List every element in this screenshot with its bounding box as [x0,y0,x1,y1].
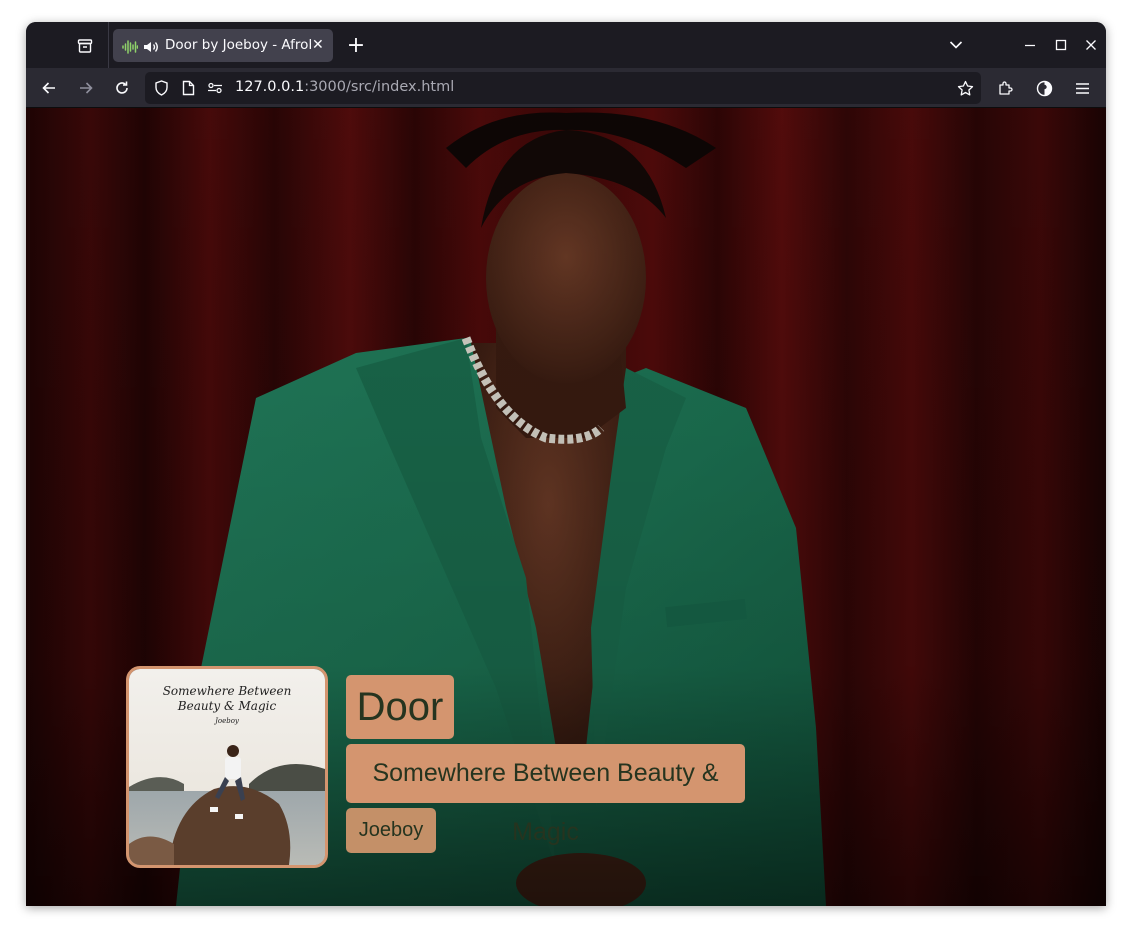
forward-arrow-icon[interactable] [76,78,96,98]
album-cover-title-line2: Beauty & Magic [177,699,277,713]
url-bar[interactable]: 127.0.0.1:3000/src/index.html [145,72,981,104]
album-cover-title-line1: Somewhere Between [163,684,292,698]
reload-icon[interactable] [112,78,132,98]
favicon-waveform-icon [122,39,139,58]
album-title: Somewhere Between Beauty & Magic [346,744,745,846]
extensions-puzzle-icon[interactable] [996,78,1016,98]
page-icon[interactable] [179,79,197,97]
tab-close-icon[interactable]: ✕ [312,37,324,53]
browser-window: Door by Joeboy - Afrobeats Player ✕ + [26,22,1106,906]
bookmark-star-icon[interactable] [955,79,975,97]
album-cover-signature: Joeboy [213,717,240,725]
hamburger-menu-icon[interactable] [1072,78,1092,98]
maximize-icon[interactable] [1053,36,1069,54]
tab-active[interactable]: Door by Joeboy - Afrobeats Player ✕ [113,29,333,62]
tab-bar: Door by Joeboy - Afrobeats Player ✕ + [26,22,1106,68]
minimize-icon[interactable] [1022,36,1038,54]
url-text[interactable]: 127.0.0.1:3000/src/index.html [235,79,454,95]
firefox-view-icon[interactable] [74,35,96,57]
song-title: Door [346,675,454,739]
new-tab-button[interactable]: + [345,35,367,57]
shield-icon[interactable] [152,79,170,97]
list-all-tabs-icon[interactable] [946,36,966,54]
account-icon[interactable] [1034,78,1054,98]
album-cover-image: Somewhere Between Beauty & Magic Joeboy [126,666,328,868]
permissions-icon[interactable] [206,79,224,97]
speaker-icon[interactable] [143,39,159,58]
tab-bar-separator [108,22,109,68]
page-viewport: Somewhere Between Beauty & Magic Joeboy … [26,108,1106,906]
navigation-bar: 127.0.0.1:3000/src/index.html [26,68,1106,108]
artist-name: Joeboy [346,808,436,853]
close-window-icon[interactable] [1083,36,1099,54]
url-path: :3000/src/index.html [304,79,455,95]
url-host: 127.0.0.1 [235,79,305,95]
back-arrow-icon[interactable] [39,78,59,98]
tab-title: Door by Joeboy - Afrobeats Player [165,37,311,53]
